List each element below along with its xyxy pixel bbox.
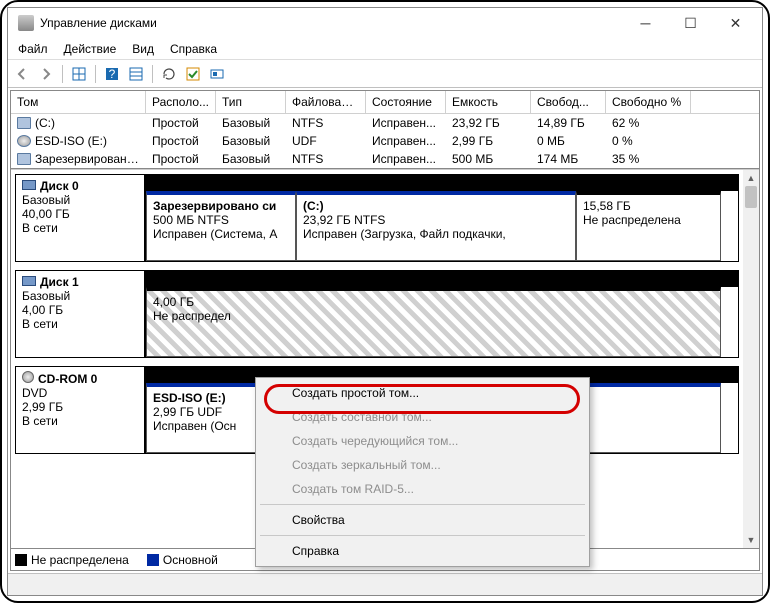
- context-menu-item: Создать зеркальный том...: [258, 453, 587, 477]
- forward-button[interactable]: [36, 64, 56, 84]
- partition[interactable]: 15,58 ГБНе распределена: [576, 191, 721, 261]
- scroll-down-icon[interactable]: ▼: [743, 532, 759, 548]
- col-capacity[interactable]: Емкость: [446, 91, 531, 113]
- volume-row[interactable]: Зарезервировано...ПростойБазовыйNTFSИспр…: [11, 150, 759, 168]
- maximize-button[interactable]: ☐: [668, 9, 713, 37]
- back-button[interactable]: [12, 64, 32, 84]
- col-pct[interactable]: Свободно %: [606, 91, 691, 113]
- legend-unallocated: Не распределена: [15, 553, 129, 567]
- drive-icon: [22, 276, 36, 286]
- check-icon[interactable]: [183, 64, 203, 84]
- volume-row[interactable]: (C:)ПростойБазовыйNTFSИсправен...23,92 Г…: [11, 114, 759, 132]
- menu-help[interactable]: Справка: [162, 40, 225, 58]
- tool-list-icon[interactable]: [126, 64, 146, 84]
- minimize-button[interactable]: ─: [623, 9, 668, 37]
- menu-action[interactable]: Действие: [56, 40, 125, 58]
- context-menu-separator: [260, 535, 585, 536]
- disk-header-bar: [145, 270, 739, 286]
- scroll-thumb[interactable]: [745, 186, 757, 208]
- partition[interactable]: (C:)23,92 ГБ NTFSИсправен (Загрузка, Фай…: [296, 191, 576, 261]
- context-menu: Создать простой том...Создать составной …: [255, 377, 590, 567]
- volume-header-row: Том Располо... Тип Файловая с... Состоян…: [11, 91, 759, 114]
- col-free[interactable]: Свобод...: [531, 91, 606, 113]
- help-icon[interactable]: ?: [102, 64, 122, 84]
- volume-list: Том Располо... Тип Файловая с... Состоян…: [11, 91, 759, 169]
- volume-row[interactable]: ESD-ISO (E:)ПростойБазовыйUDFИсправен...…: [11, 132, 759, 150]
- app-icon: [18, 15, 34, 31]
- col-fs[interactable]: Файловая с...: [286, 91, 366, 113]
- refresh-icon[interactable]: [159, 64, 179, 84]
- context-menu-separator: [260, 504, 585, 505]
- title-bar: Управление дисками ─ ☐ ✕: [8, 8, 762, 38]
- partition-container: Зарезервировано си500 МБ NTFSИсправен (С…: [145, 190, 739, 262]
- svg-text:?: ?: [109, 67, 116, 81]
- cd-icon: [17, 135, 31, 147]
- close-button[interactable]: ✕: [713, 9, 758, 37]
- drive-icon: [17, 117, 31, 129]
- drive-icon: [17, 153, 31, 165]
- menu-bar: Файл Действие Вид Справка: [8, 38, 762, 60]
- partition[interactable]: 4,00 ГБНе распредел: [146, 287, 721, 357]
- disk-row: Диск 1Базовый4,00 ГБВ сети4,00 ГБНе расп…: [15, 270, 739, 358]
- disk-info[interactable]: Диск 0Базовый40,00 ГБВ сети: [15, 174, 145, 262]
- context-menu-item: Создать составной том...: [258, 405, 587, 429]
- toolbar: ?: [8, 60, 762, 88]
- context-menu-item: Создать чередующийся том...: [258, 429, 587, 453]
- disk-info[interactable]: Диск 1Базовый4,00 ГБВ сети: [15, 270, 145, 358]
- context-menu-item[interactable]: Справка: [258, 539, 587, 563]
- cd-icon: [22, 371, 34, 383]
- col-type[interactable]: Тип: [216, 91, 286, 113]
- partition-container: 4,00 ГБНе распредел: [145, 286, 739, 358]
- col-volume[interactable]: Том: [11, 91, 146, 113]
- partition[interactable]: Зарезервировано си500 МБ NTFSИсправен (С…: [146, 191, 296, 261]
- window-title: Управление дисками: [40, 16, 623, 30]
- context-menu-item: Создать том RAID-5...: [258, 477, 587, 501]
- col-layout[interactable]: Располо...: [146, 91, 216, 113]
- context-menu-item[interactable]: Создать простой том...: [258, 381, 587, 405]
- status-bar: [8, 573, 762, 595]
- tool-grid-icon[interactable]: [69, 64, 89, 84]
- drive-icon: [22, 180, 36, 190]
- disk-info[interactable]: CD-ROM 0DVD2,99 ГБВ сети: [15, 366, 145, 454]
- context-menu-item[interactable]: Свойства: [258, 508, 587, 532]
- disk-row: Диск 0Базовый40,00 ГБВ сетиЗарезервирова…: [15, 174, 739, 262]
- tool-disk-icon[interactable]: [207, 64, 227, 84]
- disk-header-bar: [145, 174, 739, 190]
- menu-view[interactable]: Вид: [124, 40, 162, 58]
- menu-file[interactable]: Файл: [10, 40, 56, 58]
- legend-primary: Основной: [147, 553, 218, 567]
- scrollbar[interactable]: ▲ ▼: [743, 170, 759, 548]
- scroll-up-icon[interactable]: ▲: [743, 170, 759, 186]
- col-state[interactable]: Состояние: [366, 91, 446, 113]
